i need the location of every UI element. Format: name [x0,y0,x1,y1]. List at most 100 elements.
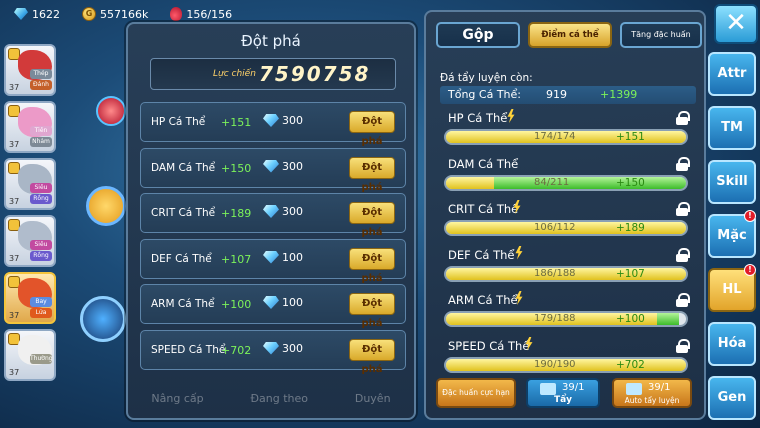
type-tag: Nhảm [30,137,52,147]
side-menu-label: Gen [717,390,747,405]
stat-name: ARM Cá Thể [151,298,215,310]
side-menu-button[interactable]: Gen [708,376,756,420]
breakthrough-row: CRIT Cá Thể +189 300 Đột phá [140,193,406,238]
nav-upgrade[interactable]: Nâng cấp [151,392,203,414]
team-slot[interactable]: Siêu Rồng 37 [4,158,56,210]
stat-bonus: +100 [221,298,252,311]
cost-amount: 300 [282,341,303,355]
side-menu-label: HL [722,282,742,297]
wash-count: 39/1 [562,382,585,393]
cost: 300 [263,159,303,173]
stat-name: SPEED Cá Thể [448,338,530,353]
stat-name: DAM Cá Thể [448,156,519,171]
gem-counter: 1622 [14,8,60,21]
nav-following[interactable]: Đang theo [250,392,308,414]
team-slot[interactable]: Thép Đánh 37 [4,44,56,96]
side-menu-button[interactable]: TM [708,106,756,150]
stat-bonus: +151 [221,116,252,129]
level-label: 37 [9,311,20,320]
lock-icon[interactable] [676,293,690,307]
breakthrough-button[interactable]: Đột phá [349,338,395,375]
refine-stone-icon [626,383,642,395]
breakthrough-row: DAM Cá Thể +150 300 Đột phá [140,147,406,193]
stat-row: ARM Cá Thể 179/188 +100 [440,291,696,331]
stat-row: DAM Cá Thể 84/211 +150 [440,155,696,195]
combat-power-box: Lực chiến 7590758 [150,58,396,90]
breakthrough-panel: Đột phá Lực chiến 7590758 HP Cá Thể +151 3… [126,22,416,420]
nav-bond[interactable]: Duyên [355,392,391,414]
level-label: 37 [9,197,20,206]
stat-value: 179/188 [534,313,576,324]
breakthrough-button[interactable]: Đột phá [349,293,395,329]
team-slot[interactable]: Tiên Nhảm 37 [4,101,56,153]
breakthrough-row: SPEED Cá Thể +702 300 Đột phá [140,329,406,375]
breakthrough-row: ARM Cá Thể +100 100 Đột phá [140,284,406,329]
close-button[interactable]: ✕ [714,4,758,44]
level-label: 37 [9,83,20,92]
cost: 100 [263,296,303,309]
potion-icon [170,7,183,21]
gem-amount: 1622 [32,7,60,21]
stat-progress-bar: 190/190 +702 [444,356,688,373]
type-tag: Lửa [30,308,52,318]
stat-fill [446,176,494,189]
cost-amount: 100 [282,296,303,309]
stat-bonus: +702 [616,358,645,371]
wash-label: Tẩy [553,395,573,405]
stat-name: DAM Cá Thể [151,161,216,174]
side-menu-button[interactable]: Attr [708,52,756,96]
stat-value: 106/112 [534,222,576,233]
side-menu-button[interactable]: Hóa [708,322,756,366]
stat-bonus: +702 [221,343,252,357]
stat-value: 84/211 [534,176,570,188]
tab-individual-points[interactable]: Điểm cá thể [528,22,612,48]
diamond-icon [263,296,279,309]
wash-button[interactable]: 39/1 Tẩy [526,378,600,408]
breakthrough-button[interactable]: Đột phá [349,111,395,147]
lock-icon[interactable] [676,247,690,262]
creature-portrait [96,96,126,126]
lock-icon[interactable] [676,156,690,171]
lock-icon[interactable] [676,202,690,216]
auto-wash-label: Auto tẩy luyện [624,396,680,405]
auto-wash-button[interactable]: 39/1 Auto tẩy luyện [612,378,692,408]
stat-bonus: +150 [616,176,645,189]
team-slot[interactable]: Siêu Rồng 37 [4,215,56,267]
team-slot[interactable]: Bay Lửa 37 [4,272,56,324]
stat-bonus: +189 [221,207,252,220]
type-tag: Siêu [30,240,52,250]
stat-progress-bar: 174/174 +151 [444,129,688,145]
stat-progress-bar: 84/211 +150 [444,174,688,191]
cost-amount: 300 [282,205,303,218]
stat-name: HP Cá Thể [448,111,508,125]
stat-bonus-fill [494,176,686,189]
special-training-button[interactable]: Đặc huấn cực hạn [436,378,516,408]
team-slot[interactable]: Thường 37 [4,329,56,381]
breakthrough-row: DEF Cá Thể +107 100 Đột phá [140,238,406,284]
stat-progress-bar: 179/188 +100 [444,311,688,327]
side-menu-label: TM [721,120,743,135]
stat-name: HP Cá Thể [151,116,206,128]
treasure-icon[interactable] [86,186,126,226]
stat-value: 190/190 [534,358,576,370]
stat-bonus: +100 [616,313,645,325]
gem-icon [14,8,28,20]
panel-title: Đột phá [241,32,301,50]
stat-bonus: +107 [221,252,252,266]
stat-progress-bar: 186/188 +107 [444,265,688,282]
cost-amount: 300 [282,114,303,127]
cost-amount: 300 [282,159,303,173]
breakthrough-button[interactable]: Đột phá [349,247,395,284]
stat-row: DEF Cá Thể 186/188 +107 [440,245,696,286]
side-menu-label: Mặc [717,228,747,243]
lock-icon[interactable] [676,111,690,125]
stat-name: SPEED Cá Thể [151,343,226,356]
breakthrough-button[interactable]: Đột phá [349,156,395,193]
breakthrough-button[interactable]: Đột phá [349,202,395,238]
stat-bonus: +107 [616,267,645,280]
lock-icon[interactable] [676,338,690,353]
bottom-nav: Nâng cấp Đang theo Duyên [128,392,414,414]
tab-special-training[interactable]: Tăng đặc huấn [620,22,702,48]
side-menu-button[interactable]: Skill [708,160,756,204]
tab-merge[interactable]: Gộp [436,22,520,48]
